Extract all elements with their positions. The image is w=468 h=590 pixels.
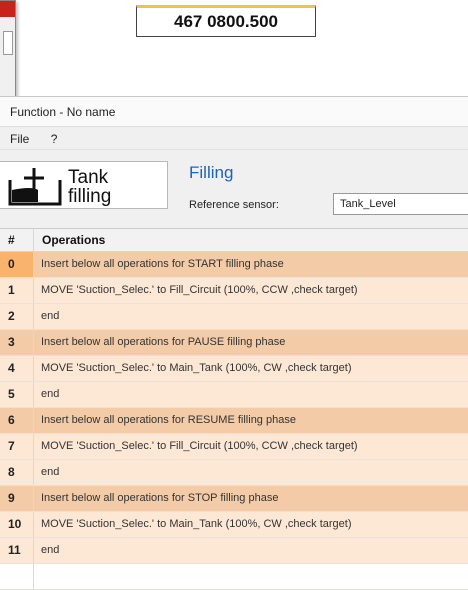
background-window-titlebar [0, 1, 15, 17]
function-window: Function - No name File ? Tank filling F… [0, 96, 468, 590]
window-title: Function - No name [0, 97, 468, 127]
row-number: 11 [0, 538, 34, 563]
table-row[interactable]: 3 Insert below all operations for PAUSE … [0, 330, 468, 356]
background-window-control [3, 31, 13, 55]
table-row[interactable]: 7 MOVE 'Suction_Selec.' to Fill_Circuit … [0, 434, 468, 460]
row-operation: end [41, 388, 60, 400]
row-operation: Insert below all operations for RESUME f… [41, 414, 296, 426]
table-row[interactable]: 8 end [0, 460, 468, 486]
table-row[interactable]: 0 Insert below all operations for START … [0, 252, 468, 278]
menu-file[interactable]: File [10, 132, 29, 146]
part-number-label: 467 0800.500 [136, 5, 316, 37]
row-number: 4 [0, 356, 34, 381]
table-row[interactable]: 2 end [0, 304, 468, 330]
tank-filling-logo: Tank filling [0, 161, 168, 209]
table-row[interactable]: 11 end [0, 538, 468, 564]
row-number: 5 [0, 382, 34, 407]
row-operation: Insert below all operations for START fi… [41, 258, 284, 270]
row-number: 10 [0, 512, 34, 537]
reference-sensor-select[interactable]: Tank_Level [333, 193, 468, 215]
row-operation: Insert below all operations for STOP fil… [41, 492, 279, 504]
table-row[interactable]: 9 Insert below all operations for STOP f… [0, 486, 468, 512]
menu-help[interactable]: ? [51, 132, 58, 146]
section-title: Filling [189, 163, 234, 182]
column-header-operations[interactable]: Operations [34, 229, 468, 251]
row-operation: MOVE 'Suction_Selec.' to Main_Tank (100%… [41, 362, 352, 374]
operations-grid: # Operations 0 Insert below all operatio… [0, 228, 468, 590]
row-operation: MOVE 'Suction_Selec.' to Fill_Circuit (1… [41, 440, 358, 452]
row-operation: end [41, 544, 60, 556]
row-number: 8 [0, 460, 34, 485]
row-operation: MOVE 'Suction_Selec.' to Fill_Circuit (1… [41, 284, 358, 296]
column-header-number[interactable]: # [0, 229, 34, 251]
row-number: 3 [0, 330, 34, 355]
row-number [0, 564, 34, 589]
grid-header: # Operations [0, 229, 468, 252]
row-operation: end [41, 466, 60, 478]
header-panel: Tank filling Filling Reference sensor: T… [0, 151, 468, 227]
row-number: 6 [0, 408, 34, 433]
reference-sensor-label: Reference sensor: [189, 199, 279, 211]
row-operation: end [41, 310, 60, 322]
menu-bar: File ? [0, 128, 468, 150]
row-number: 0 [0, 252, 34, 277]
row-number: 9 [0, 486, 34, 511]
row-number: 7 [0, 434, 34, 459]
row-number: 2 [0, 304, 34, 329]
table-row[interactable]: 5 end [0, 382, 468, 408]
table-row[interactable]: 4 MOVE 'Suction_Selec.' to Main_Tank (10… [0, 356, 468, 382]
table-row-empty [0, 564, 468, 590]
table-row[interactable]: 1 MOVE 'Suction_Selec.' to Fill_Circuit … [0, 278, 468, 304]
row-operation [34, 564, 468, 589]
tank-icon [8, 168, 62, 206]
logo-text-tank: Tank [68, 167, 109, 188]
table-row[interactable]: 6 Insert below all operations for RESUME… [0, 408, 468, 434]
logo-text-filling: filling [68, 186, 112, 207]
row-number: 1 [0, 278, 34, 303]
table-row[interactable]: 10 MOVE 'Suction_Selec.' to Main_Tank (1… [0, 512, 468, 538]
row-operation: Insert below all operations for PAUSE fi… [41, 336, 286, 348]
row-operation: MOVE 'Suction_Selec.' to Main_Tank (100%… [41, 518, 352, 530]
